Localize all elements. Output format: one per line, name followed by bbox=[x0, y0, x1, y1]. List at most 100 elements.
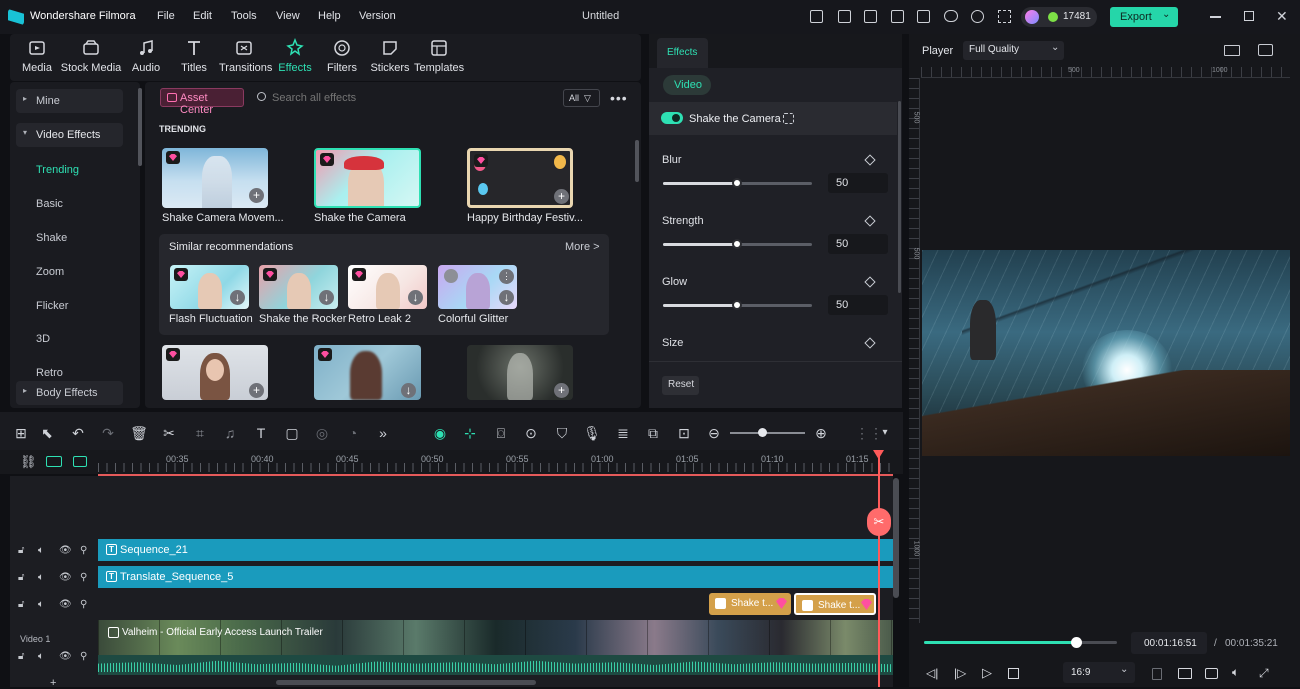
blur-value-input[interactable]: 50 bbox=[828, 173, 888, 193]
zoom-in-icon[interactable]: ⊕ bbox=[812, 424, 830, 442]
glow-value-input[interactable]: 50 bbox=[828, 295, 888, 315]
select-tool-icon[interactable]: ⬉ bbox=[38, 424, 56, 442]
headset-icon[interactable] bbox=[971, 10, 984, 23]
audio-edit-icon[interactable]: ♫ bbox=[221, 424, 239, 442]
gift-icon[interactable] bbox=[810, 10, 823, 23]
add-icon[interactable]: + bbox=[554, 383, 569, 398]
add-icon[interactable]: + bbox=[249, 188, 264, 203]
aspect-ratio-dropdown[interactable]: 16:9 ⌄ bbox=[1063, 662, 1135, 683]
blur-slider-handle[interactable] bbox=[732, 178, 742, 188]
timeline-v-scrollbar[interactable] bbox=[893, 478, 899, 598]
eye-icon[interactable]: 👁︎ bbox=[59, 651, 72, 662]
sidebar-item-shake[interactable]: Shake bbox=[36, 232, 67, 244]
filter-dropdown[interactable]: All ▽ bbox=[563, 89, 600, 107]
rectangle-icon[interactable]: ▢ bbox=[283, 424, 301, 442]
more-options-icon[interactable]: ••• bbox=[610, 90, 628, 106]
menu-tools[interactable]: Tools bbox=[231, 10, 257, 22]
snap-icon[interactable]: ⊹ bbox=[461, 424, 479, 442]
sidebar-item-basic[interactable]: Basic bbox=[36, 198, 63, 210]
playhead-split-button[interactable]: ✂ bbox=[867, 508, 891, 536]
download-icon[interactable]: ↓ bbox=[401, 383, 416, 398]
track-manager-icon[interactable] bbox=[46, 456, 62, 467]
layout-menu-icon[interactable]: ⋮⋮ bbox=[855, 424, 883, 442]
effect-thumb-flash-fluctuation[interactable]: ↓ bbox=[170, 265, 249, 309]
marker-icon[interactable] bbox=[73, 456, 87, 467]
snapshot-icon[interactable] bbox=[1205, 668, 1218, 679]
music-list-icon[interactable]: ≣ bbox=[614, 424, 632, 442]
speaker-icon[interactable]: 🔈︎ bbox=[38, 651, 44, 662]
grid-layout-icon[interactable]: ⊞ bbox=[12, 424, 30, 442]
sidebar-item-mine[interactable]: ▸ Mine bbox=[16, 89, 123, 113]
credits-badge[interactable]: 17481 bbox=[1021, 7, 1097, 27]
search-input[interactable] bbox=[272, 89, 472, 107]
lock-icon[interactable]: 🔓︎ bbox=[18, 545, 24, 556]
properties-scrollbar[interactable] bbox=[898, 101, 901, 293]
play-frame-icon[interactable]: ⊙ bbox=[522, 424, 540, 442]
effect-thumb-dark-figure[interactable]: + bbox=[467, 345, 573, 400]
eye-icon[interactable]: 👁︎ bbox=[59, 572, 72, 583]
speaker-icon[interactable]: 🔈︎ bbox=[38, 545, 44, 556]
tab-filters[interactable]: Filters bbox=[317, 38, 367, 74]
tab-audio[interactable]: Audio bbox=[121, 38, 171, 74]
cloud-icon[interactable] bbox=[944, 10, 958, 22]
menu-view[interactable]: View bbox=[276, 10, 300, 22]
eye-icon[interactable]: 👁︎ bbox=[59, 545, 72, 556]
video-clip-valheim[interactable]: Valheim - Official Early Access Launch T… bbox=[98, 620, 893, 655]
notes-icon[interactable] bbox=[864, 10, 877, 23]
tab-media[interactable]: Media bbox=[12, 38, 62, 74]
strength-value-input[interactable]: 50 bbox=[828, 234, 888, 254]
menu-file[interactable]: File bbox=[157, 10, 175, 22]
quality-dropdown[interactable]: Full Quality ⌄ bbox=[963, 41, 1064, 60]
microphone-icon[interactable]: 🎙︎ bbox=[583, 424, 601, 442]
tab-titles[interactable]: Titles bbox=[169, 38, 219, 74]
playback-progress-handle[interactable] bbox=[1071, 637, 1082, 648]
eye-icon[interactable]: 👁︎ bbox=[59, 599, 72, 610]
effect-clip-shake-1[interactable]: Shake t... bbox=[709, 593, 791, 615]
sidebar-item-retro[interactable]: Retro bbox=[36, 367, 63, 377]
reset-button[interactable]: Reset bbox=[662, 376, 699, 395]
effect-thumb-shake-camera-movement[interactable]: + bbox=[162, 148, 268, 208]
display-icon[interactable] bbox=[1178, 668, 1192, 679]
close-icon[interactable]: ✕ bbox=[1276, 8, 1288, 25]
asset-center-button[interactable]: Asset Center bbox=[160, 88, 244, 116]
glow-slider-handle[interactable] bbox=[732, 300, 742, 310]
render-preview-icon[interactable] bbox=[1152, 668, 1162, 680]
effect-thumb-shake-the-camera[interactable] bbox=[314, 148, 421, 208]
media-replace-icon[interactable]: ⧉ bbox=[644, 424, 662, 442]
sidebar-item-zoom[interactable]: Zoom bbox=[36, 266, 64, 278]
grid-apps-icon[interactable] bbox=[998, 10, 1011, 23]
link-icon[interactable]: ⛓︎ bbox=[20, 454, 37, 470]
more-tools-icon[interactable]: » bbox=[374, 424, 392, 442]
menu-version[interactable]: Version bbox=[359, 10, 396, 22]
stop-icon[interactable] bbox=[1008, 668, 1019, 679]
sidebar-item-video-effects[interactable]: ▾ Video Effects bbox=[16, 123, 123, 147]
add-icon[interactable]: + bbox=[554, 189, 569, 204]
effect-thumb-happy-birthday[interactable]: + bbox=[467, 148, 573, 208]
maximize-icon[interactable] bbox=[1244, 11, 1254, 21]
speed-icon[interactable]: ◔ bbox=[344, 424, 362, 442]
send-icon[interactable] bbox=[838, 10, 851, 23]
tab-transitions[interactable]: Transitions bbox=[219, 38, 272, 74]
speaker-icon[interactable]: 🔈︎ bbox=[38, 599, 44, 610]
fullscreen-icon[interactable]: ⤢ bbox=[1259, 666, 1269, 681]
sidebar-item-3d[interactable]: 3D bbox=[36, 333, 50, 345]
effect-thumb-shake-the-rocker[interactable]: ↓ bbox=[259, 265, 338, 309]
play-icon[interactable]: ▷ bbox=[982, 665, 992, 681]
timeline-zoom-track[interactable] bbox=[730, 432, 805, 434]
ai-icon[interactable]: ◉ bbox=[431, 424, 449, 442]
volume-icon[interactable]: 🔈︎ bbox=[1232, 665, 1239, 680]
chevron-down-icon[interactable]: ▾ bbox=[876, 424, 894, 442]
speaker-icon[interactable]: 🔈︎ bbox=[38, 572, 44, 583]
sidebar-item-body-effects[interactable]: ▸ Body Effects bbox=[16, 381, 123, 405]
download-icon[interactable]: ↓ bbox=[319, 290, 334, 305]
save-icon[interactable] bbox=[917, 10, 930, 23]
sidebar-item-trending[interactable]: Trending bbox=[36, 164, 79, 176]
add-track-button[interactable]: + bbox=[50, 677, 56, 689]
more-vertical-icon[interactable]: ⋮ bbox=[499, 269, 514, 284]
camera-icon[interactable]: ⌼ bbox=[492, 424, 510, 442]
undo-icon[interactable]: ↶ bbox=[69, 424, 87, 442]
grid-view-icon[interactable] bbox=[1224, 45, 1240, 56]
minimize-icon[interactable] bbox=[1210, 16, 1221, 18]
sidebar-item-flicker[interactable]: Flicker bbox=[36, 300, 68, 312]
delete-icon[interactable]: 🗑︎ bbox=[130, 424, 148, 442]
